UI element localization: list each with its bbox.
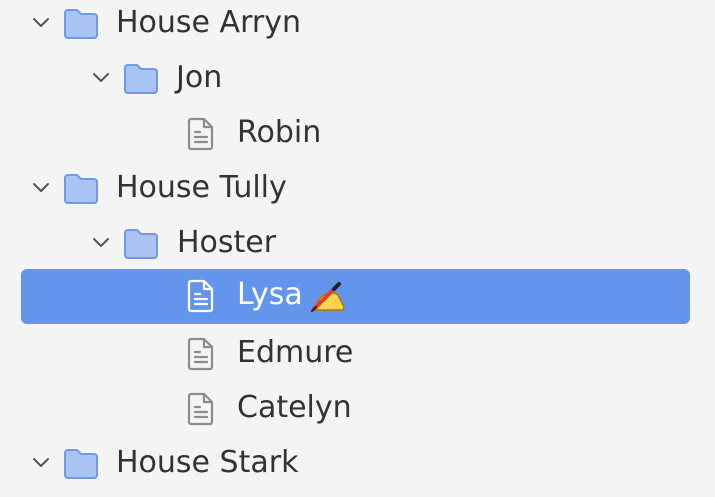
tree-row-label: Jon xyxy=(176,60,223,95)
tree-row-jon[interactable]: Jon xyxy=(0,52,715,107)
tree-row-house-arryn[interactable]: House Arryn xyxy=(0,0,715,52)
edit-pencil-icon xyxy=(308,279,346,313)
tree-row-house-tully[interactable]: House Tully xyxy=(0,162,715,217)
tree-row-label: House Arryn xyxy=(116,5,301,40)
tree-row-label: Catelyn xyxy=(237,390,352,425)
tree-row-label: Edmure xyxy=(237,335,354,370)
tree-row-lysa[interactable]: Lysa xyxy=(0,269,715,324)
tree-row-house-stark[interactable]: House Stark xyxy=(0,437,715,492)
document-icon xyxy=(182,115,220,153)
chevron-down-icon[interactable] xyxy=(91,68,111,88)
folder-icon xyxy=(62,5,100,43)
tree-row-label: Hoster xyxy=(177,225,277,260)
folder-icon xyxy=(62,170,100,208)
tree-row-label: House Stark xyxy=(116,445,299,480)
tree-row-label: House Tully xyxy=(116,170,287,205)
tree-row-hoster[interactable]: Hoster xyxy=(0,217,715,272)
document-icon xyxy=(182,335,220,373)
tree-row-catelyn[interactable]: Catelyn xyxy=(0,382,715,437)
tree-row-label: Lysa xyxy=(237,277,303,312)
tree-row-label: Robin xyxy=(237,115,322,150)
file-tree: House Arryn Jon Robin House Tully Hoster… xyxy=(0,0,715,497)
chevron-down-icon[interactable] xyxy=(31,453,51,473)
chevron-down-icon[interactable] xyxy=(31,178,51,198)
chevron-down-icon[interactable] xyxy=(31,13,51,33)
tree-row-edmure[interactable]: Edmure xyxy=(0,327,715,382)
folder-icon xyxy=(62,445,100,483)
tree-row-robin[interactable]: Robin xyxy=(0,107,715,162)
folder-icon xyxy=(122,60,160,98)
document-icon xyxy=(182,277,220,315)
folder-icon xyxy=(122,225,160,263)
chevron-down-icon[interactable] xyxy=(91,233,111,253)
document-icon xyxy=(182,390,220,428)
